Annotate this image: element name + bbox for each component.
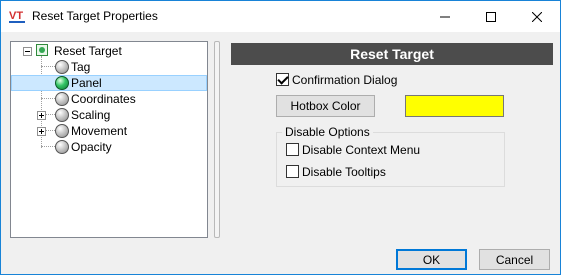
dialog-footer (1, 246, 560, 274)
minimize-icon (440, 16, 450, 17)
tree-item-panel[interactable]: Panel (11, 75, 207, 91)
reset-target-icon (36, 44, 48, 56)
disable-options-legend: Disable Options (282, 125, 373, 139)
gray-ball-icon (55, 108, 69, 122)
tree-item-label: Scaling (71, 108, 111, 122)
maximize-icon (486, 11, 496, 22)
gray-ball-icon (55, 124, 69, 138)
tree-item-opacity[interactable]: Opacity (11, 139, 207, 155)
hotbox-color-swatch[interactable] (405, 95, 504, 117)
properties-window: VT Reset Target Properties Reset Target (0, 0, 561, 275)
close-icon (532, 11, 542, 22)
disable-context-menu-checkbox[interactable] (286, 143, 299, 156)
collapse-icon[interactable] (23, 47, 32, 56)
panel-splitter[interactable] (214, 41, 220, 238)
tree-item-label: Panel (71, 76, 102, 90)
minimize-button[interactable] (422, 1, 468, 32)
window-title: Reset Target Properties (32, 9, 158, 23)
maximize-button[interactable] (468, 1, 514, 32)
expand-icon[interactable] (37, 111, 46, 120)
disable-tooltips-checkbox[interactable] (286, 165, 299, 178)
tree-item-label: Reset Target (54, 44, 122, 58)
tree-item-label: Coordinates (71, 92, 136, 106)
expand-icon[interactable] (37, 127, 46, 136)
tree-item-label: Opacity (71, 140, 112, 154)
app-logo-icon: VT (9, 10, 25, 23)
tree-item-label: Tag (71, 60, 91, 74)
tree-item-coordinates[interactable]: Coordinates (11, 91, 207, 107)
tree-item-tag[interactable]: Tag (11, 59, 207, 75)
property-tree[interactable]: Reset Target Tag Panel Coordinates Scali… (10, 41, 208, 238)
green-ball-icon (55, 76, 69, 90)
gray-ball-icon (55, 60, 69, 74)
logo-text: VT (9, 10, 23, 22)
panel-header: Reset Target (231, 43, 553, 65)
confirmation-dialog-checkbox[interactable] (276, 73, 289, 86)
close-button[interactable] (514, 1, 560, 32)
tree-item-scaling[interactable]: Scaling (11, 107, 207, 123)
ok-button[interactable]: OK (396, 249, 467, 270)
disable-tooltips-label[interactable]: Disable Tooltips (302, 165, 386, 179)
gray-ball-icon (55, 92, 69, 106)
cancel-button[interactable]: Cancel (479, 249, 550, 270)
hotbox-color-button[interactable]: Hotbox Color (276, 95, 375, 117)
tree-item-movement[interactable]: Movement (11, 123, 207, 139)
confirmation-dialog-label[interactable]: Confirmation Dialog (292, 73, 397, 87)
tree-item-reset-target[interactable]: Reset Target (11, 43, 207, 59)
disable-context-menu-label[interactable]: Disable Context Menu (302, 143, 420, 157)
title-bar[interactable]: VT Reset Target Properties (1, 1, 560, 32)
gray-ball-icon (55, 140, 69, 154)
tree-item-label: Movement (71, 124, 128, 138)
